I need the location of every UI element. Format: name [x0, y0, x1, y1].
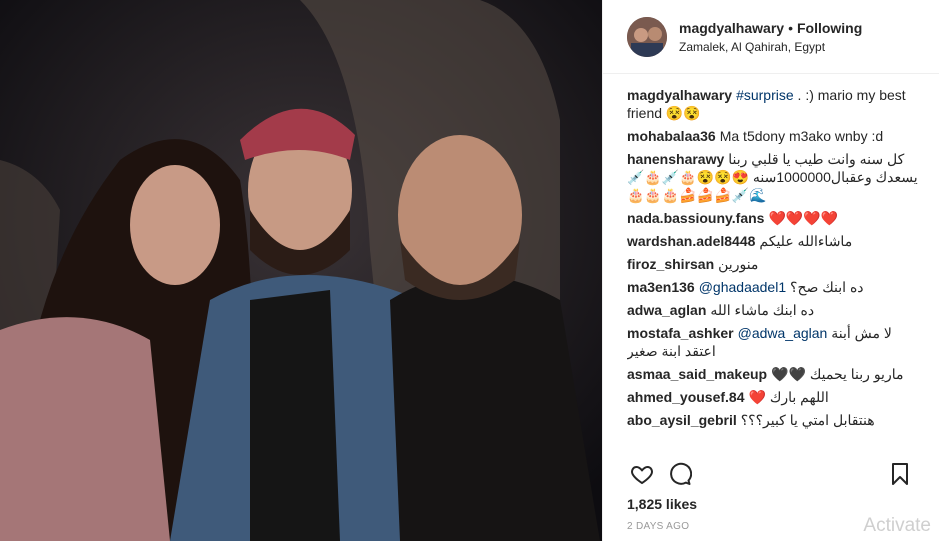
- comment-row: firoz_shirsan منورين: [627, 255, 919, 273]
- comment-row: nada.bassiouny.fans ❤️❤️❤️❤️: [627, 209, 919, 227]
- comment-link[interactable]: @adwa_aglan: [738, 325, 828, 341]
- comment-row: wardshan.adel8448 ماشاءالله عليكم: [627, 232, 919, 250]
- like-count[interactable]: 1,825 likes: [627, 496, 697, 512]
- post-side-panel: magdyalhawary • Following Zamalek, Al Qahi…: [602, 0, 939, 541]
- following-button[interactable]: Following: [797, 20, 862, 36]
- comment-button[interactable]: [665, 459, 695, 489]
- comment-text: ماشاءالله عليكم: [759, 233, 853, 249]
- comment-username[interactable]: mostafa_ashker: [627, 325, 734, 341]
- comment-icon: [670, 462, 692, 485]
- post-username[interactable]: magdyalhawary: [679, 20, 784, 36]
- comment-row: mostafa_ashker @adwa_aglan لا مش أبنة اعت…: [627, 324, 919, 360]
- comment-text: ده ابنك ماشاء الله: [710, 302, 815, 318]
- comment-username[interactable]: magdyalhawary: [627, 87, 732, 103]
- comment-text: Ma t5dony m3ako wnby :d: [719, 128, 884, 144]
- bookmark-icon: [892, 463, 908, 485]
- activate-watermark: Activate: [863, 515, 931, 536]
- avatar[interactable]: [627, 16, 667, 57]
- comment-username[interactable]: nada.bassiouny.fans: [627, 210, 764, 226]
- comment-row: mohabalaa36 Ma t5dony m3ako wnby :d: [627, 127, 919, 145]
- comment-link[interactable]: #surprise: [736, 87, 794, 103]
- comment-username[interactable]: abo_aysil_gebril: [627, 412, 737, 428]
- comment-text: ده ابنك صح؟: [790, 279, 864, 295]
- post-header: magdyalhawary • Following Zamalek, Al Qahi…: [603, 0, 939, 74]
- comment-text: اللهم بارك ❤️: [748, 389, 829, 405]
- comment-link[interactable]: @ghadaadel1: [699, 279, 786, 295]
- comment-row: magdyalhawary #surprise . :) mario my bes…: [627, 86, 919, 122]
- comment-row: ahmed_yousef.84 اللهم بارك ❤️: [627, 388, 919, 406]
- comment-username[interactable]: wardshan.adel8448: [627, 233, 755, 249]
- comment-row: abo_aysil_gebril هنتقابل امتي يا كبير؟؟؟: [627, 411, 919, 429]
- comment-username[interactable]: ahmed_yousef.84: [627, 389, 745, 405]
- comment-row: adwa_aglan ده ابنك ماشاء الله: [627, 301, 919, 319]
- comment-row: asmaa_said_makeup ماريو ربنا يحميك 🖤🖤: [627, 365, 919, 383]
- action-bar: [627, 458, 915, 490]
- comment-list: magdyalhawary #surprise . :) mario my bes…: [627, 86, 919, 446]
- post-photo-illustration: [0, 0, 602, 541]
- comment-username[interactable]: ma3en136: [627, 279, 695, 295]
- header-separator: •: [788, 19, 793, 36]
- comment-username[interactable]: mohabalaa36: [627, 128, 716, 144]
- post-time[interactable]: 2 DAYS AGO: [627, 521, 689, 532]
- save-button[interactable]: [885, 459, 915, 489]
- avatar-image: [627, 16, 667, 57]
- comment-username[interactable]: hanensharawy: [627, 151, 724, 167]
- comment-text: ❤️❤️❤️❤️: [768, 210, 839, 226]
- comment-username[interactable]: adwa_aglan: [627, 302, 706, 318]
- post-photo[interactable]: [0, 0, 602, 541]
- comment-row: ma3en136 @ghadaadel1 ده ابنك صح؟: [627, 278, 919, 296]
- comment-username[interactable]: asmaa_said_makeup: [627, 366, 767, 382]
- like-button[interactable]: [627, 459, 657, 489]
- comment-text: منورين: [718, 256, 759, 272]
- comment-row: hanensharawy كل سنه وانت طيب يا قلبي ربنا…: [627, 150, 919, 204]
- comment-text: ماريو ربنا يحميك 🖤🖤: [771, 366, 904, 382]
- comment-username[interactable]: firoz_shirsan: [627, 256, 714, 272]
- heart-icon: [631, 465, 653, 485]
- comment-text: هنتقابل امتي يا كبير؟؟؟: [740, 412, 875, 428]
- post-location[interactable]: Zamalek, Al Qahirah, Egypt: [679, 40, 862, 54]
- instagram-post-view: magdyalhawary • Following Zamalek, Al Qahi…: [0, 0, 939, 541]
